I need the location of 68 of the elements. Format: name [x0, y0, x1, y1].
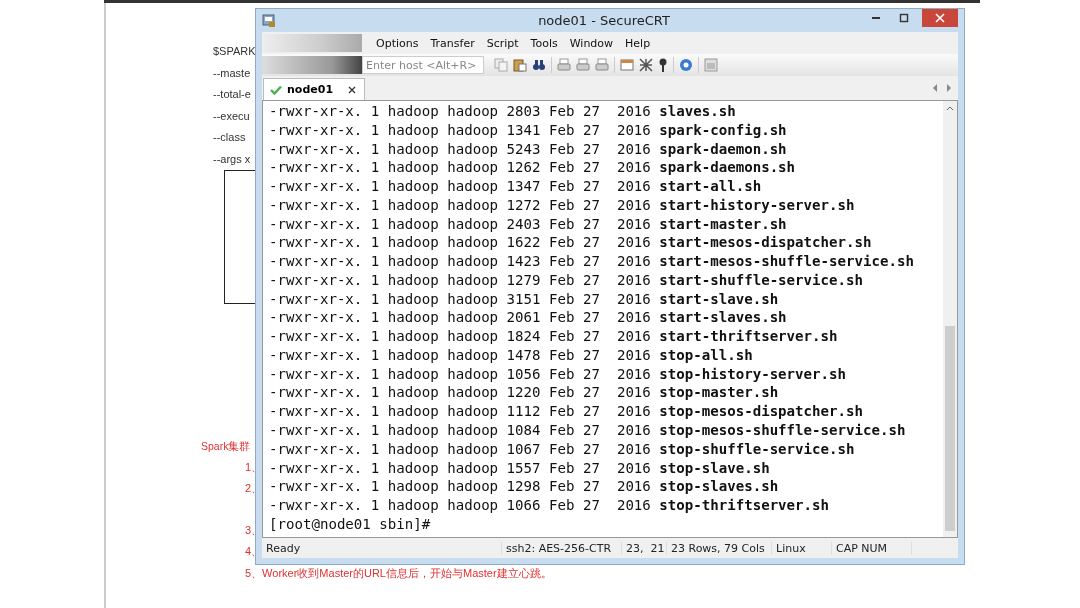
key-icon[interactable]	[658, 58, 668, 72]
step-text: 1、	[244, 460, 263, 475]
terminal-line: -rwxr-xr-x. 1 hadoop hadoop 2803 Feb 27 2016 slaves.sh	[269, 102, 737, 121]
section-heading: Spark集群	[201, 439, 251, 454]
terminal-line: -rwxr-xr-x. 1 hadoop hadoop 1423 Feb 27 2016 start-mesos-shuffle-service.sh	[269, 252, 915, 271]
terminal-line: -rwxr-xr-x. 1 hadoop hadoop 1220 Feb 27 2016 stop-master.sh	[269, 383, 780, 403]
close-icon[interactable]	[348, 85, 357, 94]
terminal-line: -rwxr-xr-x. 1 hadoop hadoop 1056 Feb 27 2016 stop-history-server.sh	[269, 364, 847, 384]
menu-item[interactable]: Help	[625, 36, 651, 50]
terminal-line: -rwxr-xr-x. 1 hadoop hadoop 2403 Feb 27 2016 start-master.sh	[269, 214, 788, 234]
terminal-line: -rwxr-xr-x. 1 hadoop hadoop 3151 Feb 27 2016 start-slave.sh	[269, 289, 780, 309]
printer-icon[interactable]	[595, 58, 609, 72]
terminal-prompt: [root@node01 sbin]#	[269, 514, 432, 534]
host-field[interactable]: Enter host <Alt+R>	[362, 56, 484, 74]
tab-label: node01	[287, 83, 334, 96]
binoculars-icon[interactable]	[532, 58, 546, 72]
code-line: --class	[213, 130, 246, 145]
code-line: --args x	[213, 151, 251, 167]
code-line: --maste	[213, 65, 251, 81]
terminal-line: -rwxr-xr-x. 1 hadoop hadoop 5243 Feb 27 2016 spark-daemon.sh	[269, 139, 788, 159]
terminal-line: -rwxr-xr-x. 1 hadoop hadoop 1279 Feb 27 2016 start-shuffle-service.sh	[269, 270, 864, 290]
session-tab[interactable]: node01	[263, 78, 366, 100]
status-text: ssh2: AES-256-CTR	[502, 541, 622, 555]
terminal-icon	[262, 13, 276, 28]
left-arrow-icon[interactable]	[932, 84, 938, 92]
terminal-line: -rwxr-xr-x. 1 hadoop hadoop 1341 Feb 27 2016 spark-config.sh	[269, 120, 788, 140]
menu-item[interactable]: Transfer	[430, 36, 475, 50]
scroll-thumb[interactable]	[945, 326, 955, 531]
menu-item[interactable]: Options	[376, 36, 419, 50]
paste-icon[interactable]	[513, 58, 527, 72]
code-line: $SPARK	[213, 44, 256, 59]
step-text: 3、	[244, 523, 263, 538]
terminal-line: -rwxr-xr-x. 1 hadoop hadoop 1066 Feb 27 2016 stop-thriftserver.sh	[269, 496, 831, 515]
terminal-line: -rwxr-xr-x. 1 hadoop hadoop 1557 Feb 27 2016 stop-slave.sh	[269, 458, 771, 478]
terminal-line: -rwxr-xr-x. 1 hadoop hadoop 1298 Feb 27 2016 stop-slaves.sh	[269, 477, 780, 497]
step-text: 5、Worker收到Master的URL信息后，开始与Master建立心跳。	[244, 566, 552, 581]
right-arrow-icon[interactable]	[946, 84, 952, 92]
step-text: 4、	[244, 544, 263, 559]
terminal-line: -rwxr-xr-x. 1 hadoop hadoop 1067 Feb 27 2016 stop-shuffle-service.sh	[269, 439, 856, 459]
terminal-line: -rwxr-xr-x. 1 hadoop hadoop 1112 Feb 27 2016 stop-mesos-dispatcher.sh	[269, 402, 864, 421]
status-text: Ready	[262, 541, 502, 555]
minimize-icon	[872, 17, 880, 19]
status-text: Linux	[772, 541, 832, 555]
window-title: node01 - SecureCRT	[537, 13, 671, 28]
terminal-line: -rwxr-xr-x. 1 hadoop hadoop 1824 Feb 27 2016 start-thriftserver.sh	[269, 327, 839, 346]
code-line: --execu	[213, 108, 250, 124]
menu-item[interactable]: Window	[569, 36, 614, 50]
status-text: 23 Rows, 79 Cols	[667, 541, 772, 555]
menu-item[interactable]: Tools	[530, 36, 558, 50]
close-button[interactable]	[922, 9, 958, 27]
properties-icon[interactable]	[620, 58, 634, 72]
terminal-line: -rwxr-xr-x. 1 hadoop hadoop 1622 Feb 27 2016 start-mesos-dispatcher.sh	[269, 233, 873, 253]
menu-item[interactable]: Script	[486, 36, 519, 50]
pattern-icon[interactable]	[639, 58, 653, 72]
terminal-line: -rwxr-xr-x. 1 hadoop hadoop 1347 Feb 27 2016 start-all.sh	[269, 177, 763, 196]
step-text: 2、	[244, 481, 263, 496]
terminal-line: -rwxr-xr-x. 1 hadoop hadoop 2061 Feb 27 2016 start-slaves.sh	[269, 308, 788, 328]
status-text: CAP NUM	[832, 541, 912, 555]
maximize-icon	[899, 13, 909, 23]
terminal-line: -rwxr-xr-x. 1 hadoop hadoop 1262 Feb 27 2016 spark-daemons.sh	[269, 158, 797, 178]
printer-icon[interactable]	[557, 58, 571, 72]
terminal-line: -rwxr-xr-x. 1 hadoop hadoop 1478 Feb 27 2016 stop-all.sh	[269, 345, 754, 365]
close-icon	[935, 13, 945, 23]
printer-icon[interactable]	[576, 58, 590, 72]
terminal-line: -rwxr-xr-x. 1 hadoop hadoop 1272 Feb 27 2016 start-history-server.sh	[269, 195, 856, 215]
status-text: 23, 21	[622, 541, 667, 555]
code-line: --total-e	[213, 87, 251, 102]
terminal-line: -rwxr-xr-x. 1 hadoop hadoop 1084 Feb 27 2016 stop-mesos-shuffle-service.sh	[269, 421, 907, 440]
